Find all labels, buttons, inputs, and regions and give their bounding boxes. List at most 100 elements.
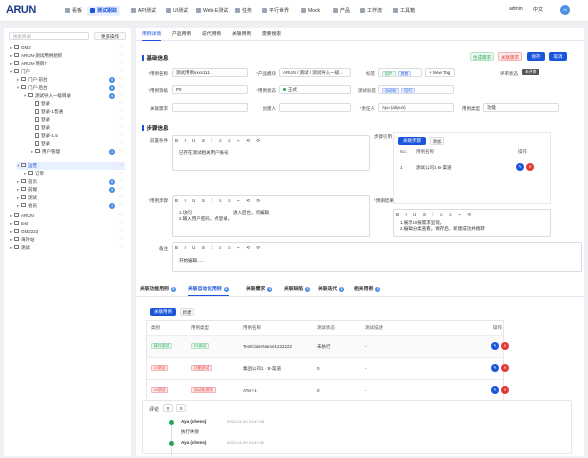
tree-item-folder[interactable]: ▾ 测试导入一级目录 4 ⋯ [24, 92, 125, 100]
more-icon[interactable]: ⋯ [119, 115, 124, 123]
priority-select[interactable]: P0 [172, 85, 248, 94]
more-icon[interactable]: ⋯ [119, 83, 124, 91]
more-icon[interactable]: ⋯ [119, 193, 124, 201]
tree-item-folder[interactable]: ▸ 门户-前台 9 ⋯ [17, 76, 125, 84]
case-status-select[interactable]: 正式 [279, 85, 351, 94]
save-button[interactable]: 保存 [527, 52, 545, 61]
tree-item-folder[interactable]: ▸ 首页 6 ⋯ [17, 178, 125, 186]
nav-workflow[interactable]: 工作流 [357, 6, 385, 16]
tab-case-detail[interactable]: 用例详情 [142, 31, 162, 41]
nav-product[interactable]: 产品 [330, 6, 353, 16]
tag-chip[interactable]: 用户 [382, 71, 396, 76]
generate-requirement-button[interactable]: 生成需求 [470, 52, 494, 61]
tree-item-folder[interactable]: ▸ 用户管理 1 ⋯ [31, 148, 125, 156]
reporter-select[interactable]: Ayu (aliyun) [378, 103, 454, 112]
tree-item-folder[interactable]: ▸ ARUN ⋯ [10, 212, 125, 220]
edit-ref-icon[interactable]: ✎ [516, 163, 524, 171]
more-icon[interactable]: ⋯ [119, 147, 124, 155]
precondition-editor[interactable]: B I U S ⫶ ≡ ≡ ⌁ ⟲ ⟳ 已存在测试相关用户账号 [172, 135, 370, 171]
tree-item-folder[interactable]: ▸ GM2223 ⋯ [10, 228, 125, 236]
tree-item-folder[interactable]: ▸ 海外站 ⋯ [10, 236, 125, 244]
more-icon[interactable]: ⋯ [119, 99, 124, 107]
tag-chip[interactable]: 自动化 [382, 88, 400, 93]
creator-input[interactable] [279, 103, 351, 112]
more-actions-button[interactable]: 更多操作 [94, 32, 126, 40]
delete-ref-icon[interactable]: ✕ [526, 163, 534, 171]
link-requirement-input[interactable] [172, 103, 248, 112]
editor-toolbar[interactable]: B I U S ⫶ ≡ ≡ ⌁ ⟲ ⟳ [175, 245, 263, 252]
tree-item-folder[interactable]: ▸ 测试 ⋯ [17, 194, 125, 202]
more-icon[interactable]: ⋯ [119, 177, 124, 185]
app-logo[interactable]: ARUN [6, 4, 36, 16]
tree-item-folder[interactable]: ▸ test ⋯ [10, 220, 125, 228]
tree-item-folder[interactable]: ▾ 门户-后台 6 ⋯ [17, 84, 125, 92]
case-name-input[interactable]: 测试用例xxxx111 [172, 68, 248, 77]
tree-item-folder[interactable]: ▸ GM2 ⋯ [10, 44, 125, 52]
tag-chip[interactable]: 其他 [397, 71, 412, 76]
delete-icon[interactable]: ✕ [501, 342, 509, 350]
tree-item-folder[interactable]: ▾ 运营 ⋯ [17, 162, 125, 170]
more-icon[interactable]: ⋯ [119, 131, 124, 139]
nav-ui-test[interactable]: UI测试 [163, 6, 191, 16]
tree-item-folder[interactable]: ▸ ARUN-项目7 ⋯ [10, 60, 125, 68]
more-icon[interactable]: ⋯ [119, 139, 124, 147]
new-case-button[interactable]: 新建 [180, 308, 194, 316]
tree-item-folder[interactable]: ▸ ARUN-测试用例组织 ⋯ [10, 52, 125, 60]
tree-item-folder[interactable]: ▾ 门户 ⋯ [10, 68, 125, 76]
new-tag-button[interactable]: + New Tag [425, 68, 455, 77]
more-icon[interactable]: ⋯ [119, 59, 124, 67]
nav-test-tracking[interactable]: 测试跟踪 [87, 6, 121, 16]
avatar[interactable]: Ai [560, 5, 570, 15]
more-icon[interactable]: ⋯ [119, 235, 124, 243]
directory-search-input[interactable]: 搜索目录 [9, 32, 89, 40]
tree-item-case[interactable]: 登录-1普通 ⋯ [31, 108, 125, 116]
tags-field[interactable]: 用户 其他 [378, 68, 422, 77]
more-icon[interactable]: ⋯ [119, 43, 124, 51]
cancel-button[interactable]: 取消 [549, 52, 567, 61]
user-menu[interactable]: admin [509, 6, 523, 12]
tree-item-folder[interactable]: ▸ 前端 3 ⋯ [17, 186, 125, 194]
tab-related-cases[interactable]: 相关用例 1 [354, 286, 381, 296]
link-requirement-button[interactable]: 关联需求 [498, 52, 522, 61]
more-icon[interactable]: ⋯ [119, 169, 124, 177]
table-row[interactable]: 接口测试 P2测试 TestClassName1222222 未执行 - ✎ ✕ [147, 335, 509, 357]
more-icon[interactable]: ⋯ [119, 185, 124, 193]
tree-item-folder[interactable]: ▸ 测试 ⋯ [10, 244, 125, 252]
link-step-button[interactable]: 关联步骤 [398, 137, 426, 145]
tree-item-case[interactable]: 登录-1.5 ⋯ [31, 132, 125, 140]
nav-tasks[interactable]: 任务 [232, 6, 255, 16]
tree-item-case[interactable]: 登录 ⋯ [31, 100, 125, 108]
editor-toolbar[interactable]: B I U S ⫶ ≡ ≡ ⌁ ⟲ ⟳ [175, 138, 263, 145]
case-name-cell[interactable]: ATcr+1 [243, 388, 257, 393]
more-icon[interactable]: ⋯ [119, 75, 124, 83]
nav-dashboard[interactable]: 看板 [62, 6, 85, 16]
more-icon[interactable]: ⋯ [119, 67, 124, 75]
tab-iteration-case[interactable]: 迭代用例 [202, 31, 221, 41]
tab-linked-automation-cases[interactable]: 关联自动化用例 3 [188, 286, 229, 296]
tab-linked-functional-cases[interactable]: 关联功能用例 3 [140, 286, 176, 296]
nav-mock[interactable]: Mock [298, 6, 323, 16]
more-icon[interactable]: ⋯ [119, 211, 124, 219]
delete-icon[interactable]: ✕ [501, 364, 509, 372]
tag-chip[interactable]: 回归 [401, 88, 415, 93]
case-name-cell[interactable]: 集团公司1 · B-渠道 [243, 366, 281, 372]
more-icon[interactable]: ⋯ [119, 123, 124, 131]
expected-result-editor[interactable]: B I U S ⫶ ≡ ≡ ⌁ ⟲ 1.展示UI按需求呈现。 2.编辑分类查看。… [393, 209, 551, 237]
edit-icon[interactable]: ✎ [491, 364, 499, 372]
case-steps-editor[interactable]: B I U S ⫶ ≡ ≡ ⌁ ⟲ ⟳ 1.访问 2.输入用户密码，点登录。 进… [172, 195, 370, 237]
tree-item-case[interactable]: 登录 ⋯ [31, 116, 125, 124]
more-icon[interactable]: ⋯ [119, 91, 124, 99]
tab-product-case[interactable]: 产品用例 [172, 31, 191, 41]
comment-count-b[interactable]: 0 [176, 404, 186, 412]
language-switch[interactable]: 中文 [533, 6, 543, 13]
product-module-select[interactable]: ARUN / 测试 / 测试导入一级... [279, 68, 351, 77]
table-row[interactable]: UI测试 功能测试 集团公司1 · B-渠道 0 - ✎ ✕ [147, 357, 509, 379]
more-icon[interactable]: ⋯ [119, 161, 124, 169]
tab-linked-bugs[interactable]: 关联缺陷 1 [284, 286, 311, 296]
more-icon[interactable]: ⋯ [119, 201, 124, 209]
comment-count-a[interactable]: 0 [163, 404, 173, 412]
test-tag-field[interactable]: 自动化 回归 [378, 85, 454, 94]
case-type-select[interactable]: 功能 [483, 103, 559, 112]
editor-toolbar[interactable]: B I U S ⫶ ≡ ≡ ⌁ ⟲ ⟳ [175, 198, 263, 205]
edit-icon[interactable]: ✎ [491, 342, 499, 350]
